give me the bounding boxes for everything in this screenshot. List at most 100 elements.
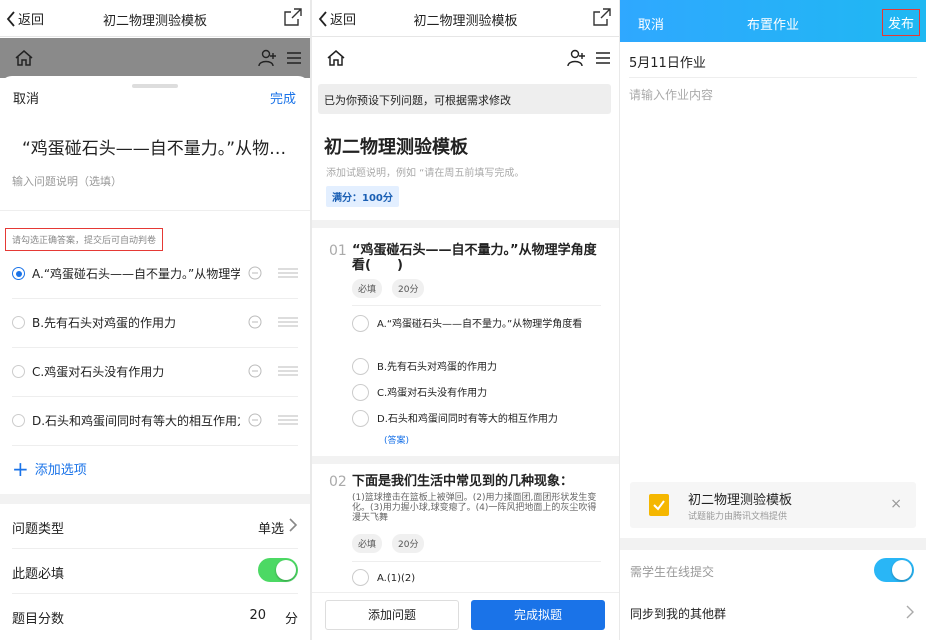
share-external-icon[interactable] <box>284 8 302 26</box>
question-type-value[interactable]: 单选 <box>258 518 284 537</box>
option-row[interactable]: D.石头和鸡蛋间同时有等大的相互作用力 <box>12 397 298 446</box>
add-option-button[interactable]: + 添加选项 <box>12 456 87 481</box>
section-gap <box>0 494 310 504</box>
add-question-button[interactable]: 添加问题 <box>325 600 459 630</box>
add-user-icon[interactable] <box>258 48 278 68</box>
home-icon[interactable] <box>326 48 346 68</box>
option-label[interactable]: C.鸡蛋对石头没有作用力 <box>32 363 240 380</box>
page-title: 初二物理测验模板 <box>102 14 207 29</box>
remove-circle-icon[interactable] <box>248 413 262 427</box>
question-desc-input[interactable]: 输入问题说明（选填） <box>12 173 122 189</box>
option-radio[interactable] <box>352 410 369 427</box>
drag-handle-icon[interactable] <box>278 268 298 278</box>
homework-title-input[interactable]: 5月11日作业 <box>629 52 706 71</box>
bottom-action-bar: 添加问题 完成拟题 <box>312 592 619 640</box>
option-label[interactable]: B.先有石头对鸡蛋的作用力 <box>32 314 240 331</box>
option-radio[interactable] <box>12 365 25 378</box>
option-radio[interactable] <box>12 267 25 280</box>
divider <box>352 305 601 306</box>
page-title: 布置作业 <box>746 18 799 33</box>
assign-homework-panel: 取消 布置作业 发布 5月11日作业 请输入作业内容 初二物理测验模板 试题能力… <box>620 0 926 640</box>
sync-groups-row[interactable]: 同步到我的其他群 <box>630 593 914 631</box>
plus-icon: + <box>12 456 29 481</box>
done-button[interactable]: 完成 <box>270 88 296 107</box>
option-label[interactable]: A.“鸡蛋碰石头——自不量力。”从物理学角度看 <box>32 265 240 282</box>
drag-handle-icon[interactable] <box>278 415 298 425</box>
online-submit-row: 需学生在线提交 <box>630 551 914 589</box>
option-label: A.“鸡蛋碰石头——自不量力。”从物理学角度看 <box>377 319 583 330</box>
add-option-label: 添加选项 <box>34 463 87 478</box>
option-row[interactable]: A.“鸡蛋碰石头——自不量力。”从物理学角度看 <box>12 250 298 299</box>
option-row[interactable]: B.先有石头对鸡蛋的作用力 <box>12 299 298 348</box>
total-score-badge: 满分：100分 <box>326 186 399 207</box>
edit-question-panel: 返回 初二物理测验模板 取消 完成 “鸡蛋碰石头——自不量力。”从物理学角度看(… <box>0 0 310 640</box>
option-radio[interactable] <box>352 315 369 332</box>
required-tag: 必填 <box>352 279 383 298</box>
sub-nav <box>312 38 619 78</box>
top-bar: 返回 初二物理测验模板 <box>312 0 619 37</box>
divider <box>629 77 917 78</box>
menu-icon[interactable] <box>595 50 611 66</box>
sheet-grabber[interactable] <box>132 84 178 88</box>
option-radio[interactable] <box>352 358 369 375</box>
option-radio[interactable] <box>12 316 25 329</box>
chevron-right-icon <box>289 518 298 532</box>
option-label[interactable]: D.石头和鸡蛋间同时有等大的相互作用力 <box>32 412 240 429</box>
required-tag: 必填 <box>352 534 383 553</box>
finish-button[interactable]: 完成拟题 <box>471 600 605 630</box>
question-type-row[interactable]: 问题类型 单选 <box>12 504 298 549</box>
required-toggle[interactable] <box>258 558 298 582</box>
question-desc: (1)篮球撞击在篮板上被弹回。(2)用力揉面团,面团形状发生变化。(3)用力握小… <box>352 493 597 523</box>
drag-handle-icon[interactable] <box>278 317 298 327</box>
score-row: 题目分数 20 分 <box>12 594 298 639</box>
section-gap <box>312 220 619 228</box>
share-external-icon[interactable] <box>593 8 611 26</box>
option-label: A.(1)(2) <box>377 573 416 584</box>
form-title[interactable]: 初二物理测验模板 <box>324 133 468 159</box>
required-label: 此题必填 <box>12 567 65 582</box>
option-radio[interactable] <box>12 414 25 427</box>
required-row: 此题必填 <box>12 549 298 594</box>
close-icon[interactable]: × <box>890 496 902 512</box>
score-tag: 20分 <box>392 534 425 553</box>
online-submit-toggle[interactable] <box>874 558 914 582</box>
question-text[interactable]: “鸡蛋碰石头——自不量力。”从物理学角度看( ) <box>352 243 600 273</box>
section-gap <box>312 456 619 464</box>
online-submit-label: 需学生在线提交 <box>630 565 715 579</box>
question-number: 01 <box>329 243 347 259</box>
answer-mark: (答案) <box>384 436 410 446</box>
homework-content-input[interactable]: 请输入作业内容 <box>629 86 713 103</box>
score-input[interactable]: 20 <box>249 608 266 623</box>
remove-circle-icon[interactable] <box>248 364 262 378</box>
home-icon[interactable] <box>14 48 34 68</box>
drag-handle-icon[interactable] <box>278 366 298 376</box>
option-radio[interactable] <box>352 384 369 401</box>
sub-nav <box>0 38 310 78</box>
answer-hint: 请勾选正确答案，提交后可自动判卷 <box>5 228 164 251</box>
question-number: 02 <box>329 474 347 490</box>
top-bar: 返回 初二物理测验模板 <box>0 0 310 37</box>
remove-circle-icon[interactable] <box>248 266 262 280</box>
attachment-card[interactable]: 初二物理测验模板 试题能力由腾讯文档提供 × <box>630 482 916 528</box>
question-type-label: 问题类型 <box>12 522 65 537</box>
option-label: C.鸡蛋对石头没有作用力 <box>377 388 488 399</box>
option-label: B.先有石头对鸡蛋的作用力 <box>377 362 498 373</box>
attachment-subtitle: 试题能力由腾讯文档提供 <box>688 512 788 522</box>
question-text[interactable]: 下面是我们生活中常见到的几种现象： <box>352 474 600 489</box>
option-row[interactable]: C.鸡蛋对石头没有作用力 <box>12 348 298 397</box>
chevron-right-icon <box>906 605 914 619</box>
cancel-button[interactable]: 取消 <box>13 88 39 107</box>
score-tag: 20分 <box>392 279 425 298</box>
divider <box>352 561 601 562</box>
option-radio[interactable] <box>352 569 369 586</box>
add-user-icon[interactable] <box>567 48 587 68</box>
menu-icon[interactable] <box>286 50 302 66</box>
preset-banner: 已为你预设下列问题，可根据需求修改 <box>318 84 611 114</box>
header: 取消 布置作业 发布 <box>620 0 926 42</box>
question-title-input[interactable]: “鸡蛋碰石头——自不量力。”从物理学角度看( ) <box>22 134 302 159</box>
remove-circle-icon[interactable] <box>248 315 262 329</box>
publish-button[interactable]: 发布 <box>881 9 920 36</box>
attachment-title: 初二物理测验模板 <box>688 493 793 508</box>
score-unit: 分 <box>284 612 298 627</box>
form-desc-input[interactable]: 添加试题说明，例如 “请在周五前填写完成。 <box>326 164 524 179</box>
